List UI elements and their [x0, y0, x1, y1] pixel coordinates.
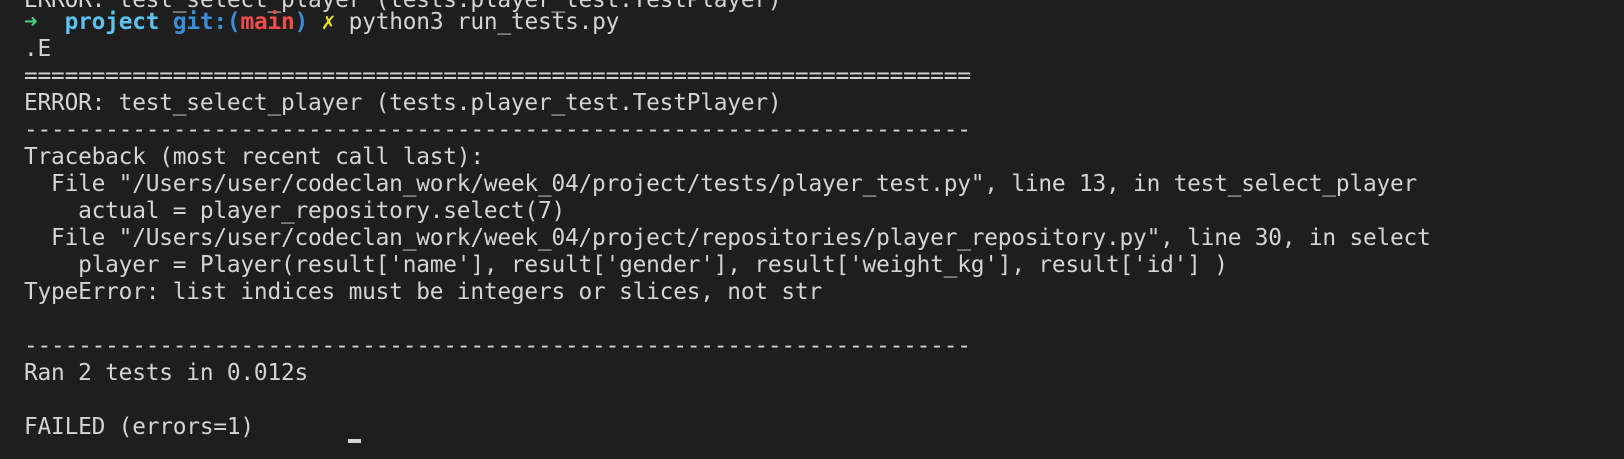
error-header: ERROR: test_select_player (tests.player_… [24, 90, 782, 116]
prompt-directory: project [64, 9, 160, 35]
traceback-header: Traceback (most recent call last): [24, 144, 484, 170]
separator-double: ========================================… [24, 63, 971, 89]
prompt-git-prefix: git:( [172, 9, 241, 35]
traceback-frame-code: player = Player(result['name'], result['… [24, 252, 1228, 278]
type-error-message: TypeError: list indices must be integers… [24, 279, 822, 305]
shell-prompt-line: ➜ project git:(main) ✗ python3 run_tests… [24, 8, 619, 36]
test-progress-dots: .E [24, 36, 52, 62]
failed-summary: FAILED (errors=1) [24, 414, 254, 440]
prompt-arrow-icon: ➜ [24, 9, 38, 35]
traceback-frame-code: actual = player_repository.select(7) [24, 198, 565, 224]
separator-single: ----------------------------------------… [24, 117, 971, 143]
separator-bottom: ----------------------------------------… [24, 333, 971, 359]
prompt-command: python3 run_tests.py [348, 9, 620, 35]
ran-summary: Ran 2 tests in 0.012s [24, 360, 309, 386]
traceback-frame-file: File "/Users/user/codeclan_work/week_04/… [24, 225, 1431, 251]
traceback-frame-file: File "/Users/user/codeclan_work/week_04/… [24, 171, 1418, 197]
terminal-window[interactable]: ERROR: test_select_player (tests.player_… [0, 0, 1624, 459]
text-cursor [348, 439, 361, 443]
prompt-git-branch: main [240, 9, 295, 35]
prompt-git-suffix: ) [294, 9, 309, 35]
dirty-mark-icon: ✗ [321, 9, 336, 35]
